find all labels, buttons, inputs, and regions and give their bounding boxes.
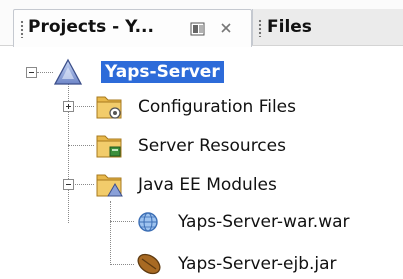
- tree-node-configuration-files[interactable]: Configuration Files: [138, 92, 296, 122]
- node-label: Server Resources: [138, 136, 286, 156]
- project-tree: Yaps-Server Configuration Files Server R…: [0, 46, 403, 277]
- tab-files[interactable]: Files: [252, 9, 403, 45]
- tree-node-java-ee-modules[interactable]: Java EE Modules: [138, 170, 277, 200]
- tree-node-root[interactable]: Yaps-Server: [101, 57, 224, 87]
- web-module-globe-icon: [138, 212, 158, 232]
- tab-files-label: Files: [267, 17, 312, 37]
- drag-grip-icon[interactable]: [20, 20, 24, 38]
- close-tab-icon[interactable]: [220, 22, 232, 38]
- drag-grip-icon[interactable]: [258, 19, 262, 37]
- collapse-toggle[interactable]: [26, 67, 37, 78]
- tree-connector: [110, 264, 134, 265]
- config-folder-icon: [96, 96, 122, 119]
- restore-window-icon[interactable]: [190, 22, 206, 40]
- node-label: Yaps-Server-war.war: [178, 212, 350, 232]
- tree-connector: [110, 201, 111, 265]
- root-node-label: Yaps-Server: [101, 61, 224, 83]
- tree-connector: [110, 221, 134, 222]
- node-label: Configuration Files: [138, 97, 296, 117]
- project-triangle-icon: [53, 58, 83, 85]
- tree-connector: [37, 72, 53, 73]
- tree-connector: [68, 145, 94, 146]
- tree-node-server-resources[interactable]: Server Resources: [138, 131, 286, 161]
- tree-node-war[interactable]: Yaps-Server-war.war: [178, 207, 350, 237]
- tab-projects[interactable]: Projects - Y...: [13, 9, 252, 47]
- javaee-modules-folder-icon: [96, 174, 123, 197]
- tab-projects-label: Projects - Y...: [28, 17, 154, 37]
- expand-toggle[interactable]: [63, 101, 74, 112]
- node-label: Yaps-Server-ejb.jar: [178, 254, 337, 274]
- collapse-toggle[interactable]: [63, 179, 74, 190]
- ejb-bean-icon: [137, 253, 161, 275]
- tab-bar: Projects - Y... Files: [0, 0, 403, 47]
- tree-node-ejb[interactable]: Yaps-Server-ejb.jar: [178, 249, 337, 279]
- server-resources-folder-icon: [96, 135, 122, 158]
- node-label: Java EE Modules: [138, 175, 277, 195]
